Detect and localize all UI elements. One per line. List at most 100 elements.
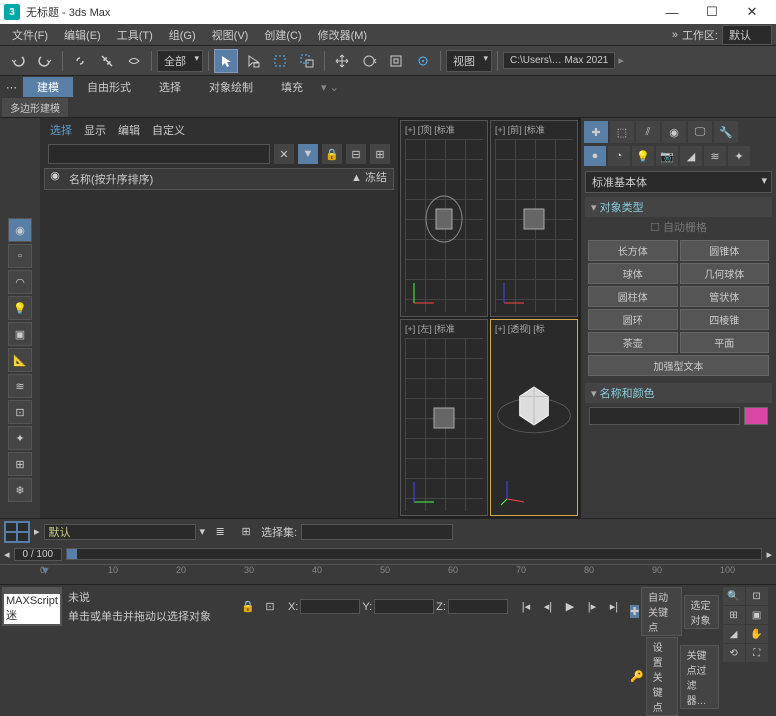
- minimize-button[interactable]: —: [652, 5, 692, 20]
- viewport-perspective[interactable]: [+] [透视] [标: [490, 319, 578, 516]
- display-groups-icon[interactable]: ⊡: [8, 400, 32, 424]
- utilities-tab[interactable]: 🔧: [714, 121, 738, 143]
- category-dropdown[interactable]: 标准基本体: [585, 171, 772, 193]
- layer-input[interactable]: [44, 524, 196, 540]
- isolate-selection-icon[interactable]: ⊡: [260, 597, 280, 617]
- modify-tab[interactable]: ⬚: [610, 121, 634, 143]
- geosphere-button[interactable]: 几何球体: [680, 263, 770, 284]
- display-spacewarps-icon[interactable]: ≋: [8, 374, 32, 398]
- toolbar-overflow-icon[interactable]: ▸: [618, 54, 624, 67]
- zoom-extents-all-button[interactable]: ▣: [746, 606, 768, 624]
- layers-icon[interactable]: ≣: [209, 521, 231, 543]
- object-color-swatch[interactable]: [744, 407, 768, 425]
- clear-search-icon[interactable]: ✕: [274, 144, 294, 164]
- prev-frame-button[interactable]: ◂|: [538, 597, 558, 617]
- orbit-button[interactable]: ⟲: [723, 644, 745, 662]
- display-helpers-icon[interactable]: 📐: [8, 348, 32, 372]
- zoom-all-button[interactable]: ⊡: [746, 587, 768, 605]
- menu-create[interactable]: 创建(C): [256, 27, 309, 43]
- filter-icon[interactable]: ▼: [298, 144, 318, 164]
- select-window-button[interactable]: [295, 49, 319, 73]
- ribbon-collapse-icon[interactable]: ▾ ⌄: [321, 81, 339, 94]
- scene-search-input[interactable]: [48, 144, 270, 164]
- link-button[interactable]: [68, 49, 92, 73]
- sphere-button[interactable]: 球体: [588, 263, 678, 284]
- plane-button[interactable]: 平面: [680, 332, 770, 353]
- selection-set-input[interactable]: [301, 524, 453, 540]
- timeslider-right-icon[interactable]: ▸: [766, 548, 772, 561]
- ribbon-tab-selection[interactable]: 选择: [145, 77, 195, 97]
- display-bone-icon[interactable]: ✦: [8, 426, 32, 450]
- select-button[interactable]: [214, 49, 238, 73]
- unlink-button[interactable]: [95, 49, 119, 73]
- hierarchy-tab[interactable]: ⫽: [636, 121, 660, 143]
- expand-icon[interactable]: ⊞: [370, 144, 390, 164]
- viewport-persp-label[interactable]: [+] [透视] [标: [495, 322, 545, 335]
- layer-dropdown-icon[interactable]: ▾: [200, 525, 206, 538]
- select-name-button[interactable]: [241, 49, 265, 73]
- tube-button[interactable]: 管状体: [680, 286, 770, 307]
- menu-modifiers[interactable]: 修改器(M): [310, 27, 376, 43]
- display-shapes-icon[interactable]: ◠: [8, 270, 32, 294]
- viewport-left-label[interactable]: [+] [左] [标准: [405, 322, 455, 335]
- isolate-icon[interactable]: ⊞: [235, 521, 257, 543]
- zoom-extents-button[interactable]: ⊞: [723, 606, 745, 624]
- time-ruler[interactable]: ▼ 0102030405060708090100: [0, 564, 776, 584]
- viewport-front-label[interactable]: [+] [前] [标准: [495, 123, 545, 136]
- ribbon-subtab-polymodel[interactable]: 多边形建模: [2, 98, 68, 117]
- maxscript-input[interactable]: MAXScript 迷: [4, 594, 60, 624]
- maximize-viewport-button[interactable]: ⛶: [746, 644, 768, 662]
- ribbon-expand-icon[interactable]: ⋯: [0, 81, 23, 94]
- spacewarps-subtab[interactable]: ≋: [704, 146, 726, 166]
- menu-tools[interactable]: 工具(T): [109, 27, 161, 43]
- selection-filter-dropdown[interactable]: 全部: [157, 50, 203, 72]
- systems-subtab[interactable]: ✦: [728, 146, 750, 166]
- ribbon-tab-freeform[interactable]: 自由形式: [73, 77, 145, 97]
- ribbon-tab-populate[interactable]: 填充: [267, 77, 317, 97]
- close-button[interactable]: ✕: [732, 4, 772, 20]
- bind-button[interactable]: [122, 49, 146, 73]
- teapot-button[interactable]: 茶壶: [588, 332, 678, 353]
- cameras-subtab[interactable]: 📷: [656, 146, 678, 166]
- current-frame[interactable]: 0 / 100: [14, 548, 63, 561]
- display-tab[interactable]: 🖵: [688, 121, 712, 143]
- viewport-left[interactable]: [+] [左] [标准: [400, 319, 488, 516]
- menu-group[interactable]: 组(G): [161, 27, 204, 43]
- lock-icon[interactable]: 🔒: [322, 144, 342, 164]
- display-all-icon[interactable]: ◉: [8, 218, 32, 242]
- viewport-front[interactable]: [+] [前] [标准: [490, 120, 578, 317]
- list-col-name[interactable]: 名称(按升序排序): [65, 169, 343, 189]
- zoom-button[interactable]: 🔍: [723, 587, 745, 605]
- motion-tab[interactable]: ◉: [662, 121, 686, 143]
- scene-tab-select[interactable]: 选择: [50, 122, 72, 138]
- viewport-top-label[interactable]: [+] [顶] [标准: [405, 123, 455, 136]
- pan-button[interactable]: ✋: [746, 625, 768, 643]
- timeslider-left-icon[interactable]: ◂: [4, 548, 10, 561]
- autogrid-checkbox[interactable]: ☐: [650, 222, 660, 234]
- maxscript-listener[interactable]: MAXScript 迷: [2, 587, 62, 626]
- textplus-button[interactable]: 加强型文本: [588, 355, 769, 376]
- goto-end-button[interactable]: ▸|: [604, 597, 624, 617]
- fov-button[interactable]: ◢: [723, 625, 745, 643]
- menu-overflow-icon[interactable]: »: [672, 29, 678, 41]
- keyfilter-button[interactable]: 关键点过滤器…: [680, 645, 719, 709]
- placement-button[interactable]: [411, 49, 435, 73]
- lights-subtab[interactable]: 💡: [632, 146, 654, 166]
- viewport-top[interactable]: [+] [顶] [标准: [400, 120, 488, 317]
- redo-button[interactable]: [33, 49, 57, 73]
- expand-tree-icon[interactable]: ▸: [34, 525, 40, 538]
- menu-file[interactable]: 文件(F): [4, 27, 56, 43]
- display-lights-icon[interactable]: 💡: [8, 296, 32, 320]
- geometry-subtab[interactable]: ●: [584, 146, 606, 166]
- display-frozen-icon[interactable]: ❄: [8, 478, 32, 502]
- scale-button[interactable]: [384, 49, 408, 73]
- time-track[interactable]: [66, 548, 762, 560]
- scene-tab-customize[interactable]: 自定义: [152, 122, 185, 138]
- create-tab[interactable]: ✚: [584, 121, 608, 143]
- setkey-icon[interactable]: 🔑: [630, 670, 644, 683]
- rotate-button[interactable]: [357, 49, 381, 73]
- lock-selection-icon[interactable]: 🔒: [238, 597, 258, 617]
- viewport-layout-button[interactable]: [4, 521, 30, 543]
- object-name-input[interactable]: [589, 407, 740, 425]
- move-button[interactable]: [330, 49, 354, 73]
